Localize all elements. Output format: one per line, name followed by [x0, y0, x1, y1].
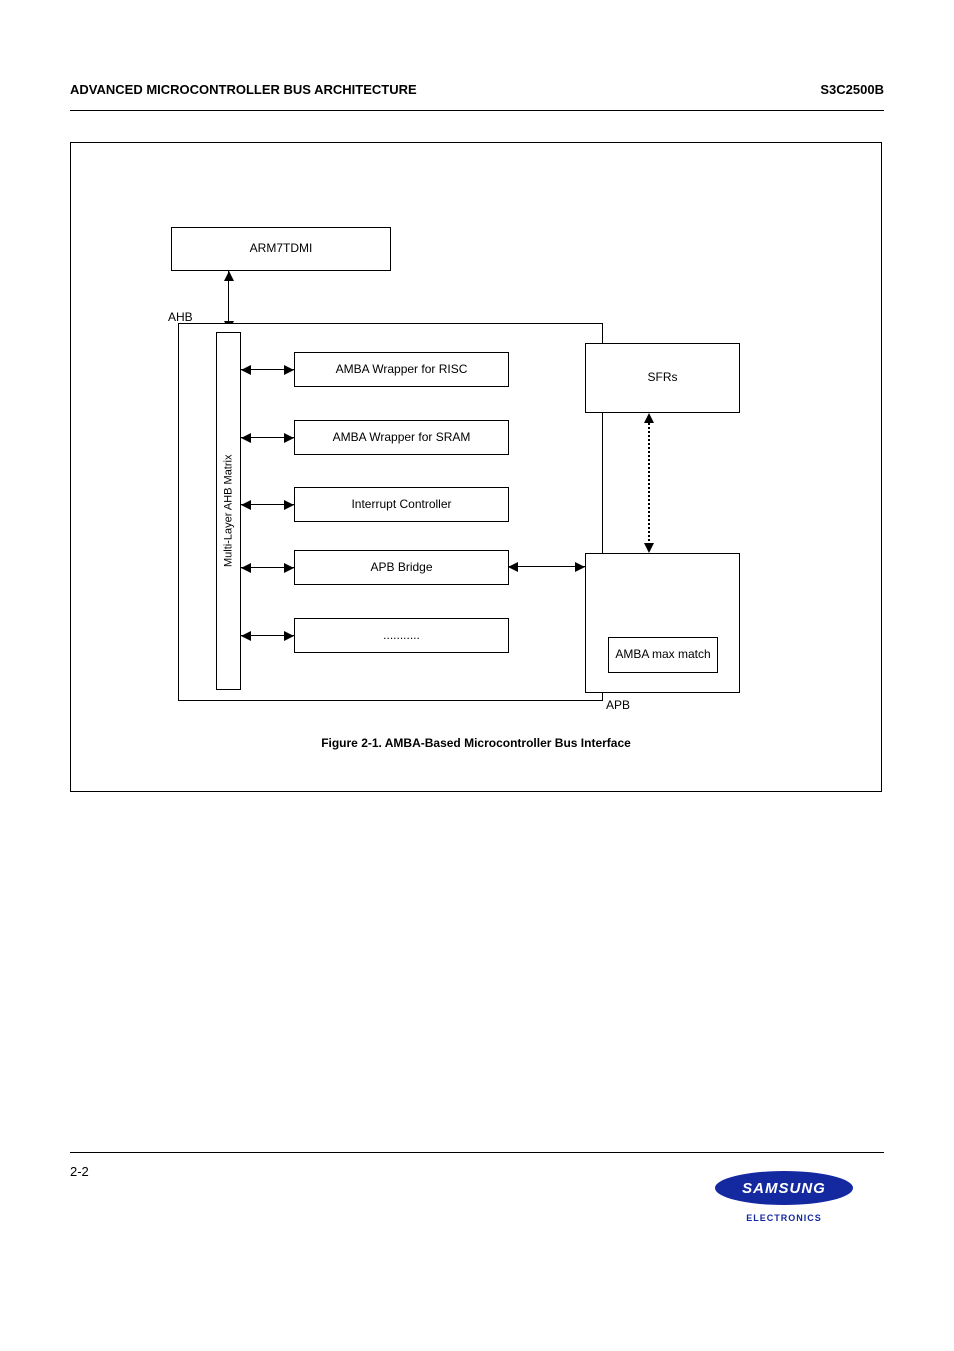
apb-bridge-box: APB Bridge [294, 550, 509, 585]
page-number: 2-2 [70, 1164, 89, 1179]
ahb-block: Multi-Layer AHB Matrix AMBA Wrapper for … [178, 323, 603, 701]
header-left: ADVANCED MICROCONTROLLER BUS ARCHITECTUR… [70, 82, 417, 97]
arrow-head-left-icon [241, 365, 251, 375]
apb-label: APB [606, 698, 630, 712]
mlam-box: Multi-Layer AHB Matrix [216, 332, 241, 690]
dotted-arrow-line [648, 419, 650, 545]
arrow-head-left-icon [241, 631, 251, 641]
max-match-box: AMBA max match [608, 637, 718, 673]
samsung-logo-sub: ELECTRONICS [714, 1213, 854, 1223]
samsung-logo-icon: SAMSUNG [714, 1170, 854, 1206]
sfr-block: SFRs [585, 343, 740, 413]
arrow-head-left-icon [241, 500, 251, 510]
sram-box: AMBA Wrapper for SRAM [294, 420, 509, 455]
figure-caption: Figure 2-1. AMBA-Based Microcontroller B… [71, 736, 881, 750]
svg-text:SAMSUNG: SAMSUNG [742, 1180, 826, 1197]
arrow-head-up-icon [644, 413, 654, 423]
arrow-head-left-icon [241, 563, 251, 573]
arrow-head-right-icon [284, 433, 294, 443]
arrow-head-left-icon [508, 562, 518, 572]
ahb-label: AHB [168, 310, 193, 324]
arrow-head-down-icon [644, 543, 654, 553]
arm7-box: ARM7TDMI [171, 227, 391, 271]
arrow-line [508, 566, 585, 567]
header-right: S3C2500B [820, 82, 884, 97]
apb-block: AMBA max match [585, 553, 740, 693]
arrow-head-right-icon [575, 562, 585, 572]
header-rule [70, 110, 884, 111]
intc-box: Interrupt Controller [294, 487, 509, 522]
arrow-head-right-icon [284, 631, 294, 641]
arrow-head-right-icon [284, 563, 294, 573]
risc-box: AMBA Wrapper for RISC [294, 352, 509, 387]
footer-rule [70, 1152, 884, 1153]
arrow-head-up-icon [224, 271, 234, 281]
diagram-frame: ARM7TDMI AHB Multi-Layer AHB Matrix AMBA… [70, 142, 882, 792]
arrow-head-right-icon [284, 365, 294, 375]
ellipsis-box: ........... [294, 618, 509, 653]
arrow-head-left-icon [241, 433, 251, 443]
arrow-head-right-icon [284, 500, 294, 510]
samsung-logo: SAMSUNG ELECTRONICS [714, 1170, 854, 1223]
